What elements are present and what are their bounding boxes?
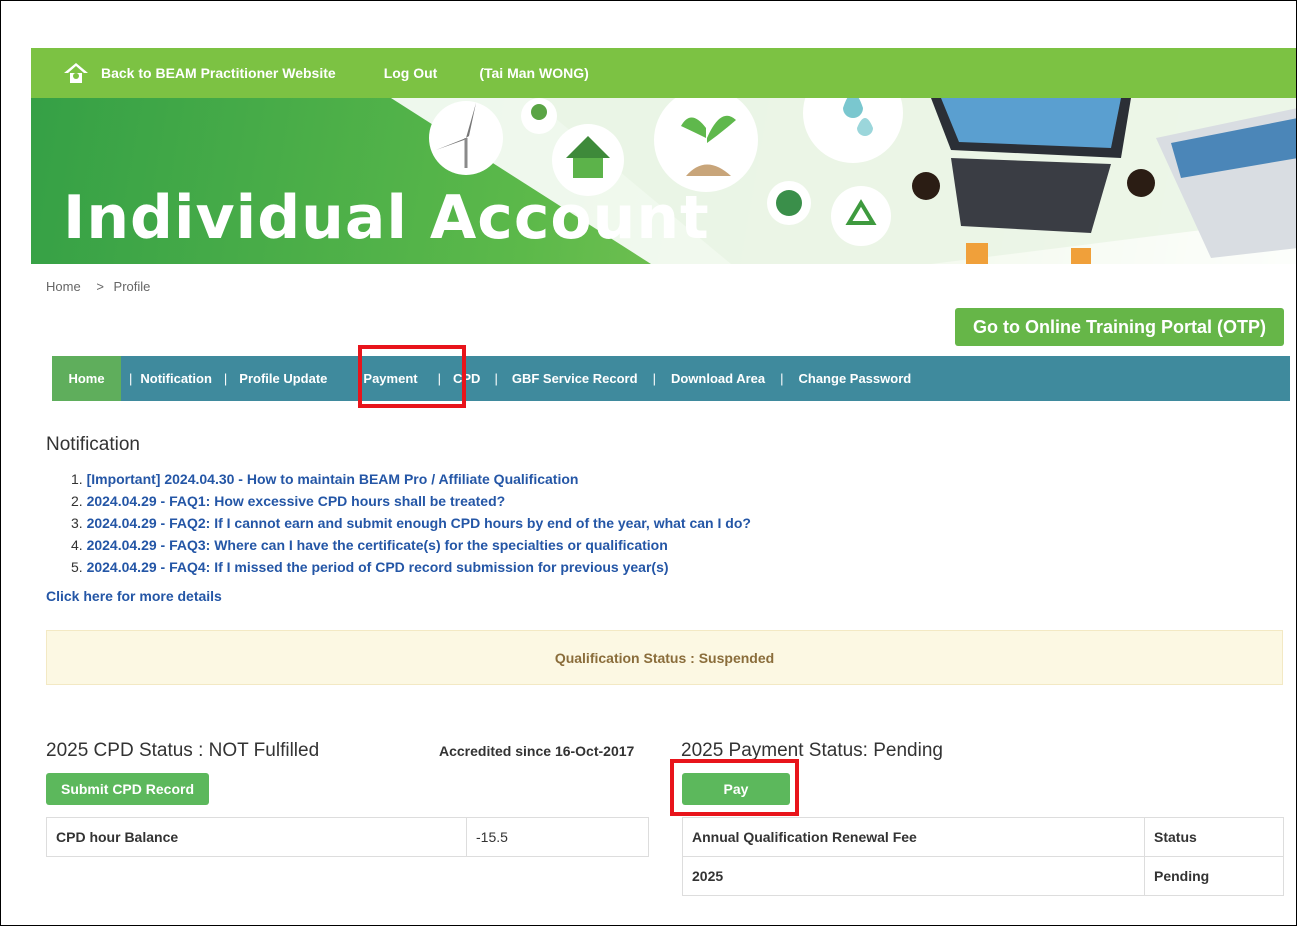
list-item: 2. 2024.04.29 - FAQ1: How excessive CPD … (71, 490, 751, 512)
table-row: 2025 Pending (682, 856, 1284, 896)
submit-cpd-button[interactable]: Submit CPD Record (46, 773, 209, 805)
list-item: 5. 2024.04.29 - FAQ4: If I missed the pe… (71, 556, 751, 578)
top-bar: Back to BEAM Practitioner Website Log Ou… (31, 48, 1296, 98)
accredited-since: Accredited since 16-Oct-2017 (439, 743, 635, 759)
qualification-status-box: Qualification Status : Suspended (46, 630, 1283, 685)
browser-frame: Back to BEAM Practitioner Website Log Ou… (0, 0, 1297, 926)
breadcrumb-current: Profile (113, 279, 151, 294)
nav-separator: | (652, 371, 656, 386)
notification-link[interactable]: 2024.04.29 - FAQ4: If I missed the perio… (87, 559, 669, 575)
breadcrumb-separator: > (96, 279, 104, 294)
notification-link[interactable]: 2024.04.29 - FAQ1: How excessive CPD hou… (87, 493, 506, 509)
back-to-website-link[interactable]: Back to BEAM Practitioner Website (101, 65, 336, 81)
nav-home[interactable]: Home (52, 356, 121, 401)
nav-notification[interactable]: Notification (140, 371, 212, 386)
logout-link[interactable]: Log Out (384, 65, 438, 81)
list-item: 1. [Important] 2024.04.30 - How to maint… (71, 468, 751, 490)
table-row: CPD hour Balance -15.5 (46, 817, 649, 857)
cpd-balance-value: -15.5 (466, 817, 649, 857)
list-number: 1. (71, 471, 83, 487)
list-number: 4. (71, 537, 83, 553)
list-number: 5. (71, 559, 83, 575)
payment-highlight-box (358, 345, 466, 408)
nav-profile-update[interactable]: Profile Update (239, 371, 327, 386)
nav-separator: | (780, 371, 784, 386)
more-details-link[interactable]: Click here for more details (46, 588, 222, 604)
payment-table: Annual Qualification Renewal Fee Status … (682, 817, 1284, 896)
nav-separator: | (494, 371, 498, 386)
nav-download-area[interactable]: Download Area (671, 371, 765, 386)
breadcrumb: Home > Profile (46, 279, 156, 294)
notification-link[interactable]: 2024.04.29 - FAQ2: If I cannot earn and … (87, 515, 751, 531)
list-number: 3. (71, 515, 83, 531)
pay-highlight-box (670, 759, 799, 816)
breadcrumb-home[interactable]: Home (46, 279, 81, 294)
cpd-balance-label: CPD hour Balance (46, 817, 467, 857)
cpd-status-heading: 2025 CPD Status : NOT Fulfilled (46, 740, 320, 761)
col-header-status: Status (1144, 817, 1284, 857)
user-name: (Tai Man WONG) (479, 65, 589, 81)
nav-gbf-service-record[interactable]: GBF Service Record (512, 371, 638, 386)
list-item: 3. 2024.04.29 - FAQ2: If I cannot earn a… (71, 512, 751, 534)
notification-heading: Notification (46, 434, 140, 455)
list-item: 4. 2024.04.29 - FAQ3: Where can I have t… (71, 534, 751, 556)
col-header-fee: Annual Qualification Renewal Fee (682, 817, 1145, 857)
page-banner: Individual Account (31, 98, 1296, 264)
cpd-balance-table: CPD hour Balance -15.5 (46, 817, 649, 857)
table-row: Annual Qualification Renewal Fee Status (682, 817, 1284, 857)
notification-list: 1. [Important] 2024.04.30 - How to maint… (71, 468, 751, 578)
list-number: 2. (71, 493, 83, 509)
nav-separator: | (129, 371, 133, 386)
notification-link[interactable]: 2024.04.29 - FAQ3: Where can I have the … (87, 537, 668, 553)
banner-title: Individual Account (63, 183, 710, 253)
payment-row-status: Pending (1144, 856, 1284, 896)
qualification-status-text: Qualification Status : Suspended (554, 649, 775, 666)
nav-separator: | (223, 371, 228, 386)
payment-year: 2025 (682, 856, 1145, 896)
notification-link[interactable]: [Important] 2024.04.30 - How to maintain… (87, 471, 579, 487)
main-nav: Home | Notification | Profile Update Pay… (52, 356, 1290, 401)
nav-change-password[interactable]: Change Password (799, 371, 912, 386)
otp-portal-button[interactable]: Go to Online Training Portal (OTP) (955, 308, 1284, 346)
home-icon[interactable] (63, 62, 89, 84)
